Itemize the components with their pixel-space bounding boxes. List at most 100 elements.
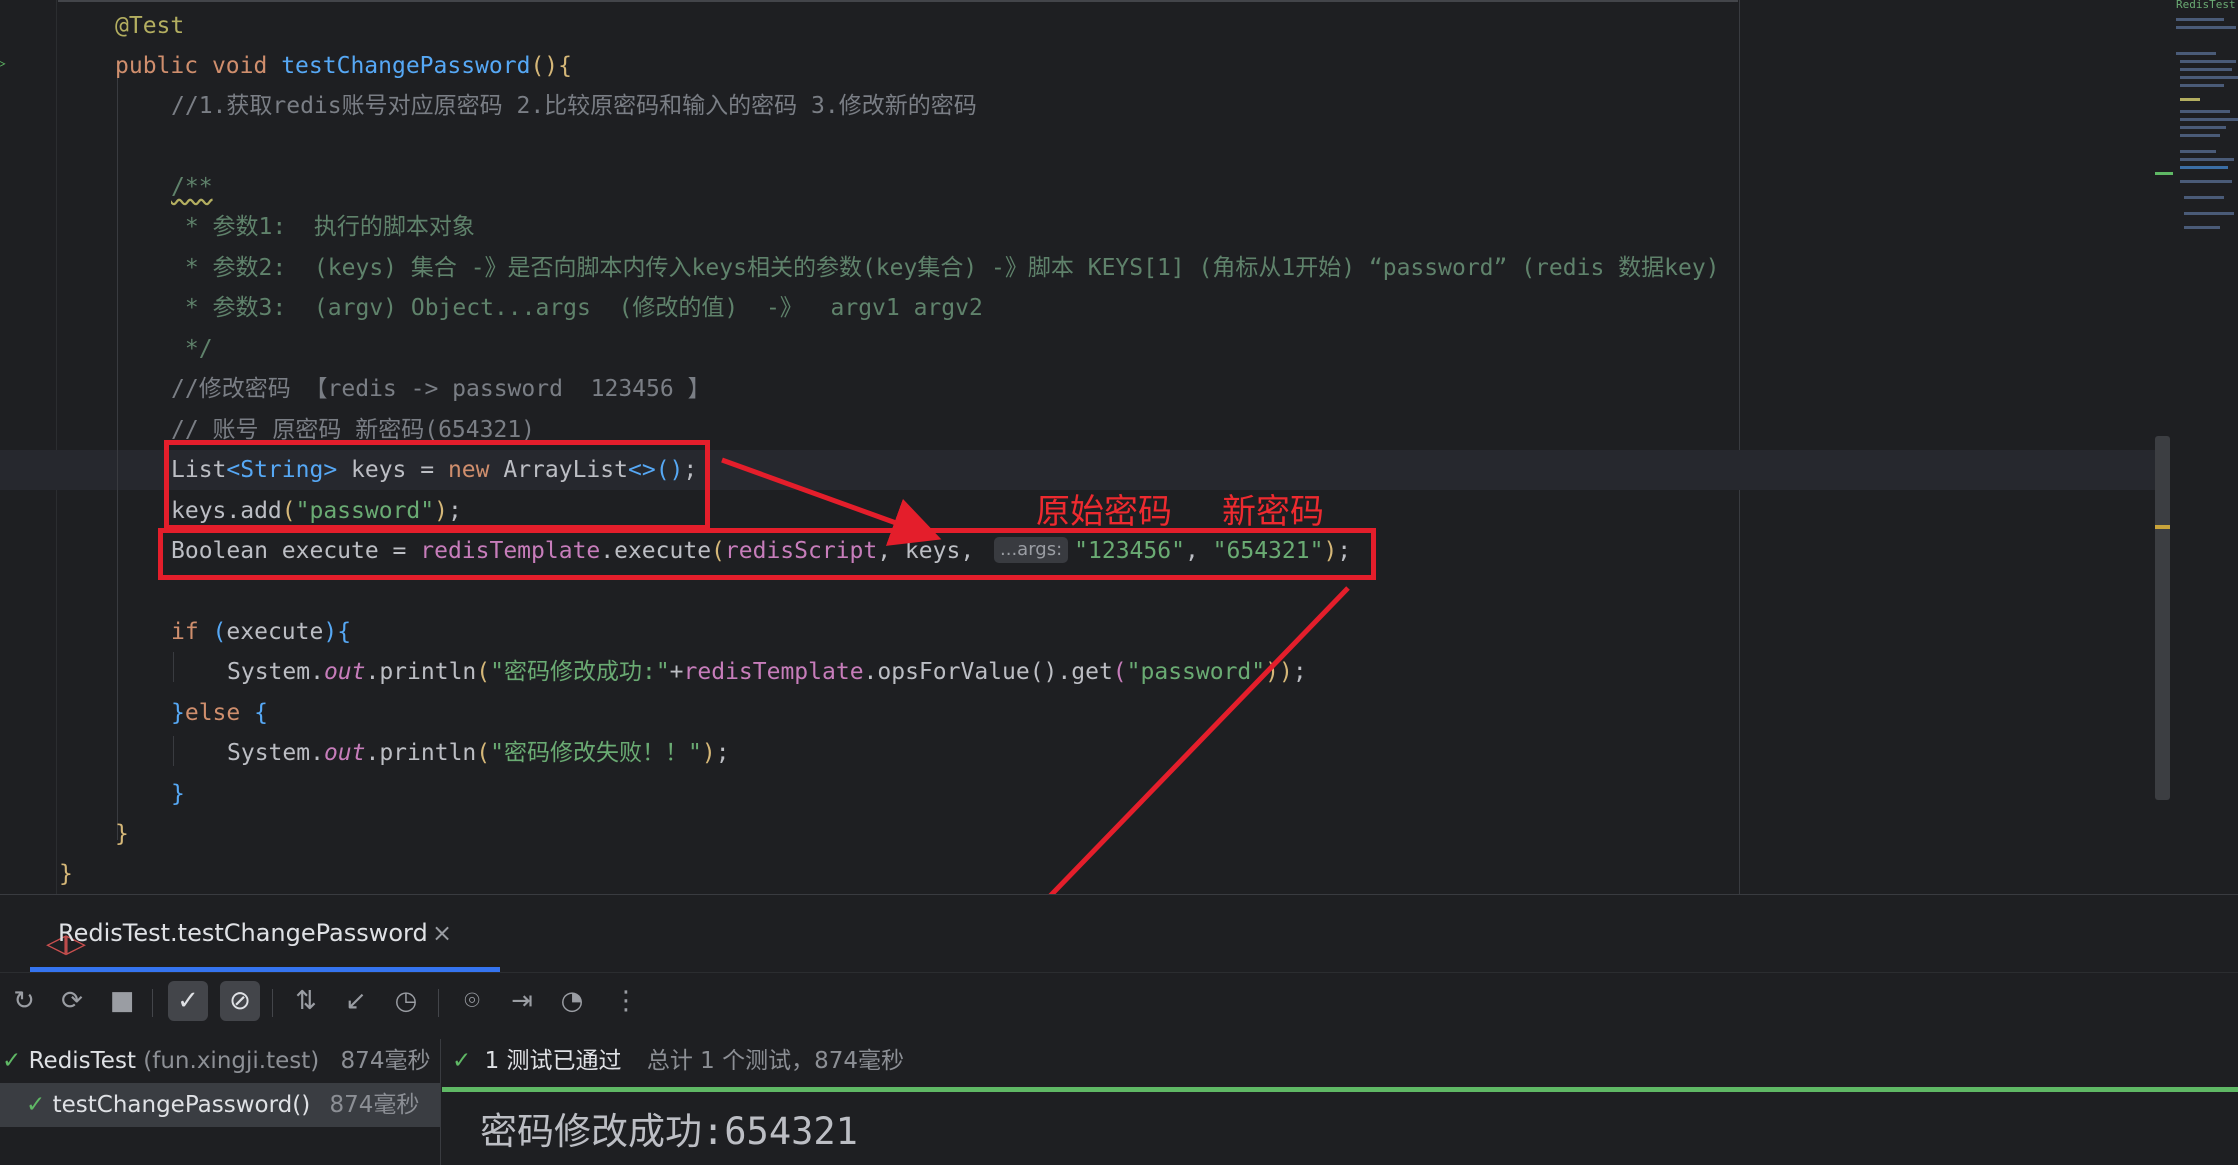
code-line-doc-param3: * 参数3: (argv) Object...args (修改的值) -》 ar… bbox=[171, 295, 983, 321]
toolbar-separator bbox=[438, 989, 439, 1017]
tree-item-duration: 874毫秒 bbox=[340, 1048, 431, 1074]
run-test-gutter-icon[interactable]: ▷ bbox=[0, 55, 10, 71]
minimap-line bbox=[2180, 110, 2230, 113]
minimap-line bbox=[2184, 212, 2234, 215]
annotation-new-password: 新密码 bbox=[1222, 492, 1324, 532]
tree-item-label: testChangePassword() bbox=[52, 1092, 311, 1118]
collapse-icon[interactable]: ↙ bbox=[336, 981, 376, 1021]
paren-token: ( bbox=[198, 619, 227, 645]
string-token: "密码修改成功:" bbox=[490, 659, 670, 685]
history-icon[interactable]: ◷ bbox=[386, 981, 426, 1021]
test-progress-bar bbox=[442, 1087, 2238, 1092]
method-name: testChangePassword bbox=[281, 53, 531, 79]
minimap-line bbox=[2180, 134, 2220, 137]
tree-item-duration: 874毫秒 bbox=[329, 1092, 420, 1118]
tree-item-label: RedisTest bbox=[28, 1048, 136, 1074]
code-line-close-inner: } bbox=[171, 781, 185, 807]
minimap-line bbox=[2180, 84, 2224, 87]
paren-token: () bbox=[530, 53, 559, 79]
code-line-print-success: System.out.println("密码修改成功:"+redisTempla… bbox=[227, 652, 1307, 692]
paren-token: ) bbox=[323, 619, 338, 645]
keyword-token: public bbox=[115, 53, 199, 79]
rerun-icon[interactable]: ↻ bbox=[4, 981, 44, 1021]
rerun-failed-icon[interactable]: ⟳ bbox=[52, 981, 92, 1021]
sort-icon[interactable]: ⇅ bbox=[286, 981, 326, 1021]
brace-token: { bbox=[337, 619, 352, 645]
tests-summary-label: 总计 1 个测试，874毫秒 bbox=[646, 1048, 905, 1074]
keyword-token: else bbox=[184, 700, 241, 726]
minimap-line bbox=[2180, 118, 2238, 121]
console-output-pane[interactable]: ✓ 1 测试已通过 总计 1 个测试，874毫秒 密码修改成功:654321 bbox=[442, 1039, 2238, 1165]
camera-icon[interactable]: ⌾ bbox=[452, 981, 492, 1021]
show-ignored-icon[interactable]: ⊘ bbox=[220, 981, 260, 1021]
minimap[interactable] bbox=[2170, 0, 2238, 260]
code-line-doc-open: /** bbox=[171, 167, 213, 207]
code-line-if: if (execute){ bbox=[171, 612, 351, 652]
minimap-line bbox=[2180, 68, 2232, 71]
code-token: execute bbox=[226, 619, 324, 645]
paren-token: ( bbox=[1112, 659, 1127, 685]
keyword-token: if bbox=[171, 619, 199, 645]
paren-token: ( bbox=[476, 659, 491, 685]
tree-item-package: (fun.xingji.test) bbox=[143, 1048, 320, 1074]
code-line-method-signature: public void testChangePassword(){ bbox=[115, 46, 572, 86]
method-call-token: .println bbox=[365, 659, 477, 685]
minimap-line bbox=[2184, 196, 2224, 199]
passed-check-icon: ✓ bbox=[26, 1092, 46, 1118]
tree-item-test-class[interactable]: ✓ RedisTest (fun.xingji.test) 874毫秒 bbox=[0, 1039, 440, 1083]
minimap-line bbox=[2180, 150, 2216, 153]
stop-icon[interactable]: ■ bbox=[102, 981, 142, 1021]
minimap-line bbox=[2184, 226, 2220, 229]
minimap-line bbox=[2180, 98, 2200, 101]
indent-guide bbox=[173, 652, 174, 682]
coverage-icon[interactable]: ◔ bbox=[552, 981, 592, 1021]
minimap-line bbox=[2180, 60, 2236, 63]
minimap-line bbox=[2180, 166, 2228, 169]
code-line-doc-close: */ bbox=[171, 336, 213, 362]
code-line-comment: //修改密码 【redis -> password 123456 】 bbox=[171, 376, 711, 402]
method-call-token: .opsForValue().get bbox=[863, 659, 1113, 685]
code-line-comment: //1.获取redis账号对应原密码 2.比较原密码和输入的密码 3.修改新的密… bbox=[171, 93, 977, 119]
brace-token: { bbox=[558, 53, 573, 79]
more-options-icon[interactable]: ⋮ bbox=[606, 981, 646, 1021]
paren-token: ) bbox=[701, 740, 716, 766]
method-call-token: .println bbox=[365, 740, 477, 766]
paren-token: ( bbox=[476, 740, 491, 766]
brace-token: } bbox=[171, 700, 185, 726]
close-icon[interactable]: × bbox=[432, 919, 452, 947]
run-tab-label[interactable]: RedisTest.testChangePassword bbox=[58, 919, 428, 947]
keyword-token: void bbox=[211, 53, 268, 79]
test-results-tree: ✓ RedisTest (fun.xingji.test) 874毫秒 ✓ te… bbox=[0, 1039, 441, 1165]
tab-bar-divider bbox=[0, 972, 2238, 973]
toolbar-separator bbox=[272, 989, 273, 1017]
minimap-line bbox=[2176, 52, 2216, 55]
code-line-doc-param2: * 参数2: (keys) 集合 -》是否向脚本内传入keys相关的参数(key… bbox=[171, 255, 1720, 281]
editor-gutter: ▷ bbox=[0, 0, 57, 894]
show-passed-icon[interactable]: ✓ bbox=[168, 981, 208, 1021]
string-token: "password" bbox=[1126, 659, 1266, 685]
output-prefix: 密码修改成功: bbox=[480, 1110, 725, 1153]
minimap-line bbox=[2180, 76, 2238, 79]
right-margin-guide bbox=[1739, 0, 1740, 894]
minimap-line bbox=[2180, 126, 2226, 129]
minimap-line bbox=[2180, 158, 2234, 161]
minimap-line bbox=[2176, 18, 2224, 21]
test-status-line: ✓ 1 测试已通过 总计 1 个测试，874毫秒 bbox=[452, 1039, 904, 1083]
tests-passed-label: 1 测试已通过 bbox=[484, 1048, 622, 1074]
brace-token: { bbox=[240, 700, 268, 726]
output-value: 654321 bbox=[724, 1110, 858, 1153]
editor-vertical-scrollbar[interactable] bbox=[2155, 436, 2170, 800]
static-field-token: out bbox=[323, 659, 366, 685]
tree-item-test-method[interactable]: ✓ testChangePassword() 874毫秒 bbox=[0, 1083, 440, 1127]
code-line-annotation: @Test bbox=[115, 6, 184, 46]
code-token: System. bbox=[227, 740, 324, 766]
scrollbar-warning-marker bbox=[2155, 525, 2170, 529]
console-output-line: 密码修改成功:654321 bbox=[480, 1101, 858, 1155]
run-toolbar: ↻ ⟳ ■ ✓ ⊘ ⇅ ↙ ◷ ⌾ ⇥ ◔ ⋮ bbox=[0, 981, 700, 1027]
import-icon[interactable]: ⇥ bbox=[502, 981, 542, 1021]
annotation-original-password: 原始密码 bbox=[1036, 492, 1172, 532]
semicolon-token: ; bbox=[1292, 659, 1307, 685]
field-token: redisTemplate bbox=[683, 659, 864, 685]
string-token: "密码修改失败！！" bbox=[490, 740, 702, 766]
annotation-box-execute bbox=[158, 528, 1376, 580]
